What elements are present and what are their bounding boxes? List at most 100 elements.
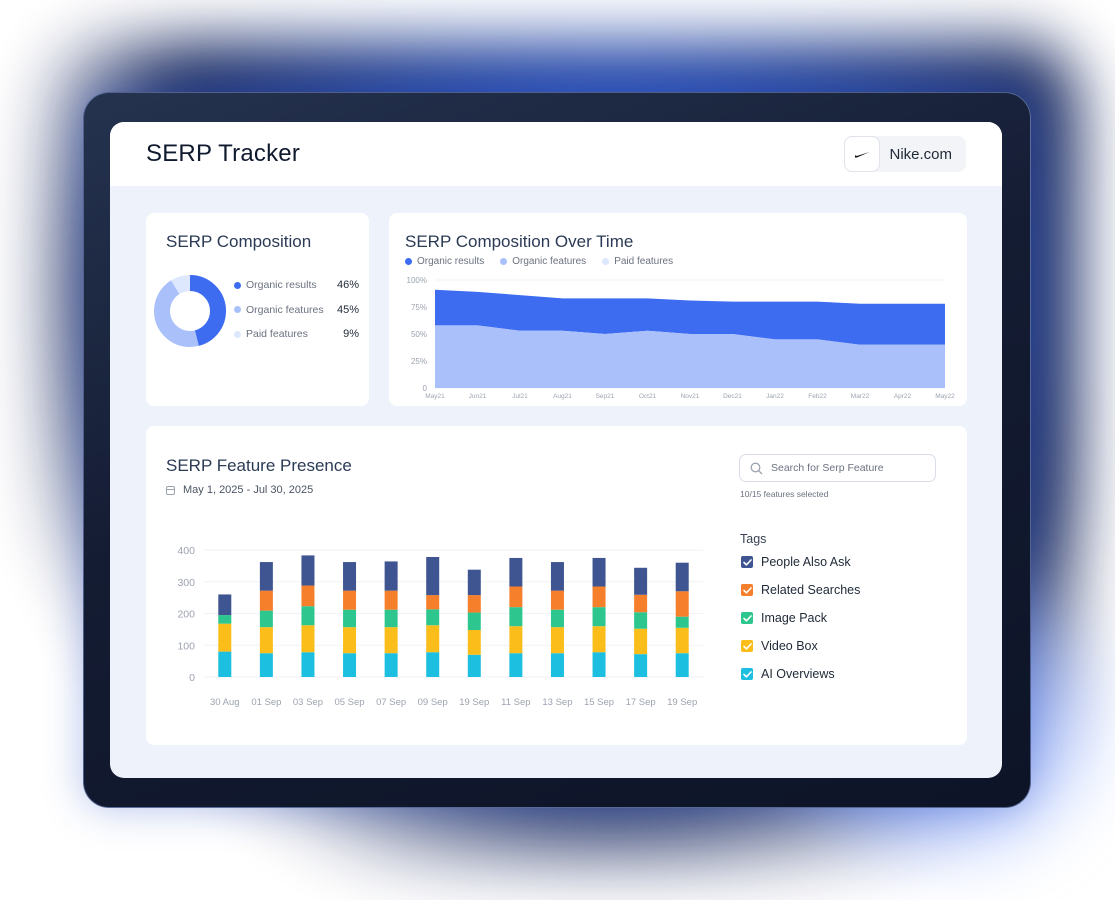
legend-label: Paid features [246, 328, 308, 340]
bar-segment-ai-overviews [343, 653, 357, 677]
bar-segment-related-searches [259, 590, 273, 611]
checkbox-checked-icon[interactable] [741, 640, 753, 652]
legend-dot [234, 306, 241, 313]
legend-percent: 46% [336, 279, 359, 291]
bar-segment-people-also-ask [634, 567, 648, 595]
x-tick-label: 05 Sep [334, 697, 364, 708]
x-tick-label: Aug21 [553, 393, 572, 400]
bar-segment-video-box [426, 625, 440, 653]
bar-segment-video-box [509, 626, 523, 654]
bar-segment-related-searches [426, 595, 440, 610]
x-tick-label: Nov21 [681, 393, 700, 400]
bar-segment-image-pack [675, 616, 689, 628]
app-header: SERP Tracker Nike.com [110, 122, 1002, 186]
x-tick-label: 13 Sep [542, 697, 572, 708]
x-tick-label: Dec21 [723, 393, 742, 400]
bar-segment-image-pack [301, 606, 315, 626]
bar-segment-related-searches [592, 586, 606, 608]
serp-composition-over-time-card: SERP Composition Over Time Organic resul… [389, 213, 967, 406]
tag-filter-item[interactable]: Related Searches [741, 583, 860, 597]
bar-segment-ai-overviews [634, 654, 648, 677]
x-tick-label: 19 Sep [459, 697, 489, 708]
x-tick-label: Mar22 [851, 393, 870, 400]
bar-segment-ai-overviews [509, 653, 523, 677]
bar-segment-image-pack [467, 612, 481, 631]
x-tick-label: Oct21 [639, 393, 657, 400]
x-tick-label: Jan22 [766, 393, 784, 400]
bar-segment-people-also-ask [675, 562, 689, 592]
x-tick-label: Sep21 [596, 393, 615, 400]
x-tick-label: 11 Sep [501, 697, 530, 708]
legend-dot [234, 330, 241, 338]
x-tick-label: Jul21 [512, 393, 528, 400]
bar-segment-people-also-ask [343, 562, 357, 591]
bar-segment-video-box [218, 623, 232, 652]
x-tick-label: Jun21 [469, 393, 487, 400]
x-tick-label: May21 [425, 393, 445, 400]
bar-segment-video-box [259, 627, 273, 654]
legend-label: Organic results [246, 279, 317, 291]
x-tick-label: May22 [935, 393, 955, 400]
x-tick-label: 01 Sep [251, 697, 281, 708]
bar-segment-ai-overviews [426, 652, 440, 677]
bar-segment-related-searches [467, 595, 481, 613]
checkbox-checked-icon[interactable] [741, 668, 753, 680]
search-icon [750, 462, 763, 474]
checkbox-checked-icon[interactable] [741, 612, 753, 624]
y-tick-label: 0 [189, 672, 195, 684]
checkbox-checked-icon[interactable] [741, 556, 753, 568]
tags-heading: Tags [740, 532, 767, 546]
bar-segment-image-pack [343, 609, 357, 628]
legend-percent: 9% [343, 328, 359, 340]
tag-filter-item[interactable]: AI Overviews [741, 667, 835, 681]
bar-segment-people-also-ask [550, 562, 564, 591]
bar-segment-video-box [592, 626, 606, 653]
bar-segment-ai-overviews [550, 653, 564, 677]
bar-segment-people-also-ask [426, 556, 440, 596]
serp-feature-search[interactable] [739, 454, 936, 482]
app-window: SERP Tracker Nike.com SERP Composition O… [110, 122, 1002, 778]
bar-segment-video-box [634, 628, 648, 655]
composition-legend-item: Organic results 46% [234, 279, 359, 291]
tag-label: Image Pack [761, 611, 828, 625]
bar-segment-video-box [384, 627, 398, 654]
checkbox-checked-icon[interactable] [741, 584, 753, 596]
selected-features-count: 10/15 features selected [740, 489, 829, 499]
bar-segment-ai-overviews [218, 651, 232, 677]
tag-filter-item[interactable]: Video Box [741, 639, 818, 653]
bar-segment-people-also-ask [301, 555, 315, 586]
bar-segment-video-box [550, 627, 564, 654]
search-input[interactable] [771, 462, 921, 474]
bar-segment-image-pack [218, 615, 232, 624]
y-tick-label: 75% [411, 303, 427, 312]
bar-segment-image-pack [550, 609, 564, 628]
bar-segment-related-searches [343, 590, 357, 610]
tag-label: Video Box [761, 639, 818, 653]
composition-legend-item: Organic features 45% [234, 304, 359, 316]
domain-label: Nike.com [889, 145, 952, 163]
bar-segment-ai-overviews [592, 652, 606, 677]
bar-segment-image-pack [426, 609, 440, 626]
bar-segment-image-pack [259, 610, 273, 628]
y-tick-label: 0 [423, 384, 428, 393]
bar-segment-ai-overviews [259, 653, 273, 677]
y-tick-label: 50% [411, 330, 427, 339]
bar-segment-image-pack [634, 612, 648, 629]
serp-feature-presence-card: SERP Feature Presence May 1, 2025 - Jul … [146, 426, 967, 745]
bar-segment-video-box [301, 625, 315, 653]
domain-selector[interactable]: Nike.com [844, 136, 966, 172]
tag-filter-item[interactable]: People Also Ask [741, 555, 851, 569]
bar-segment-related-searches [384, 590, 398, 610]
composition-donut-chart [154, 275, 226, 347]
legend-dot [234, 281, 241, 289]
bar-segment-video-box [675, 627, 689, 654]
bar-segment-people-also-ask [218, 594, 232, 616]
bar-segment-related-searches [301, 585, 315, 607]
y-tick-label: 25% [411, 357, 427, 366]
x-tick-label: 17 Sep [626, 697, 656, 708]
bar-segment-ai-overviews [301, 652, 315, 677]
tag-filter-item[interactable]: Image Pack [741, 611, 827, 625]
bar-segment-related-searches [675, 591, 689, 617]
y-tick-label: 100 [177, 640, 195, 652]
bar-segment-video-box [467, 630, 481, 655]
